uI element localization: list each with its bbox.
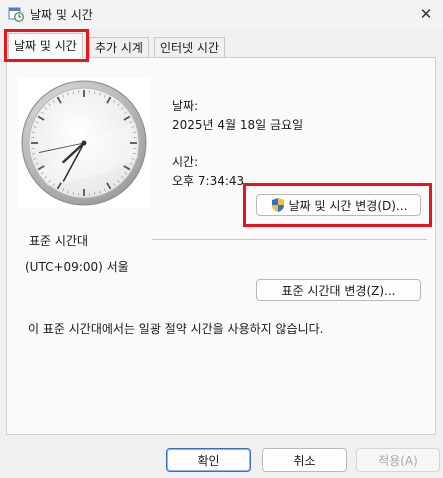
time-value: 오후 7:34:43 [172,174,245,188]
date-value: 2025년 4월 18일 금요일 [172,118,304,132]
title-bar: 날짜 및 시간 ✕ [0,0,443,28]
date-time-icon [8,7,24,22]
change-timezone-button[interactable]: 표준 시간대 변경(Z)... [256,279,421,301]
uac-shield-icon [271,198,284,212]
tab-date-time[interactable]: 날짜 및 시간 [8,33,83,58]
change-date-time-label: 날짜 및 시간 변경(D)... [288,198,408,213]
dst-message: 이 표준 시간대에서는 일광 절약 시간을 사용하지 않습니다. [28,322,324,336]
timezone-divider [152,239,427,240]
tab-strip: 날짜 및 시간 추가 시계 인터넷 시간 [0,30,443,58]
apply-button[interactable]: 적용(A) [356,448,440,472]
date-label: 날짜: [172,99,199,113]
time-label: 시간: [172,155,199,169]
window-title: 날짜 및 시간 [30,8,93,22]
cancel-button[interactable]: 취소 [262,448,347,472]
tab-internet-time[interactable]: 인터넷 시간 [154,37,226,57]
ok-button[interactable]: 확인 [166,448,251,472]
tab-additional-clocks[interactable]: 추가 시계 [89,37,149,57]
change-date-time-button[interactable]: 날짜 및 시간 변경(D)... [256,194,421,216]
timezone-heading: 표준 시간대 [29,234,89,248]
clock-face-svg [21,80,147,206]
timezone-value: (UTC+09:00) 서울 [25,260,129,274]
analog-clock [18,78,151,208]
close-button[interactable]: ✕ [409,0,443,28]
close-icon: ✕ [419,5,433,23]
